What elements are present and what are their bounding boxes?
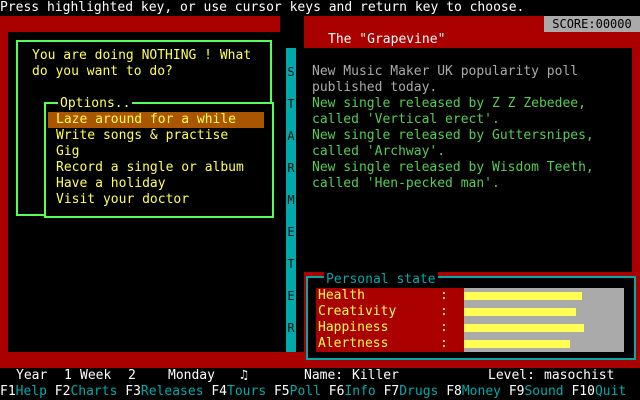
- music-note-icon: ♫: [240, 368, 248, 383]
- stat-fill: [464, 308, 576, 316]
- week-value: 2: [128, 368, 136, 383]
- fkey-tours[interactable]: F4Tours: [211, 384, 266, 399]
- options-title: Options..: [58, 96, 133, 112]
- stat-label-alertness: Alertness:: [318, 336, 464, 352]
- score-display: SCORE:00000: [544, 16, 640, 32]
- news-line: New single released by Wisdom Teeth,: [312, 160, 594, 175]
- instruction-line: Press highlighted key, or use cursor key…: [0, 0, 640, 16]
- stat-fill: [464, 292, 583, 300]
- stat-fill: [464, 340, 570, 348]
- starmeter-letter: S: [287, 65, 295, 79]
- option-doctor[interactable]: Visit your doctor: [48, 192, 264, 208]
- name-value: Killer: [352, 368, 399, 383]
- dialog-prompt: You are doing NOTHING ! What do you want…: [32, 48, 252, 79]
- stat-bar-health: [464, 288, 624, 304]
- starmeter-letter: T: [287, 97, 295, 111]
- stat-label-health: Health:: [318, 288, 464, 304]
- year-label: Year: [16, 368, 48, 383]
- stat-label-happiness: Happiness:: [318, 320, 464, 336]
- starmeter-letter: E: [287, 225, 295, 239]
- personal-state-title: Personal state: [324, 272, 438, 288]
- year-value: 1: [64, 368, 72, 383]
- function-key-bar: F1Help F2Charts F3Releases F4Tours F5Pol…: [0, 384, 640, 400]
- stat-label-creativity: Creativity:: [318, 304, 464, 320]
- grapevine-title: The "Grapevine": [328, 32, 446, 47]
- starmeter: S T A R M E T E R: [286, 48, 296, 352]
- starmeter-letter: R: [287, 161, 295, 175]
- level-label: Level:: [488, 368, 535, 383]
- name-label: Name:: [304, 368, 344, 383]
- starmeter-letter: M: [287, 193, 295, 207]
- fkey-info[interactable]: F6Info: [329, 384, 376, 399]
- news-line: New single released by Z Z Zebedee,: [312, 96, 586, 111]
- news-line: New Music Maker UK popularity poll: [312, 64, 579, 79]
- fkey-drugs[interactable]: F7Drugs: [384, 384, 439, 399]
- fkey-releases[interactable]: F3Releases: [125, 384, 203, 399]
- news-line: called 'Hen-pecked man'.: [312, 176, 500, 191]
- starmeter-letter: A: [287, 129, 295, 143]
- day-value: Monday: [168, 368, 215, 383]
- fkey-money[interactable]: F8Money: [446, 384, 501, 399]
- news-line: called 'Vertical erect'.: [312, 112, 500, 127]
- stat-bar-creativity: [464, 304, 624, 320]
- fkey-sound[interactable]: F9Sound: [509, 384, 564, 399]
- news-line: published today.: [312, 80, 438, 95]
- starmeter-letter: R: [287, 321, 295, 335]
- news-line: New single released by Guttersnipes,: [312, 128, 594, 143]
- week-label: Week: [80, 368, 112, 383]
- stat-bar-happiness: [464, 320, 624, 336]
- fkey-help[interactable]: F1Help: [0, 384, 47, 399]
- fkey-quit[interactable]: F10Quit: [571, 384, 626, 399]
- news-line: called 'Archway'.: [312, 144, 446, 159]
- fkey-poll[interactable]: F5Poll: [274, 384, 321, 399]
- fkey-charts[interactable]: F2Charts: [55, 384, 118, 399]
- option-holiday[interactable]: Have a holiday: [48, 176, 264, 192]
- level-value: masochist: [544, 368, 615, 383]
- option-laze[interactable]: Laze around for a while: [48, 112, 264, 128]
- option-gig[interactable]: Gig: [48, 144, 264, 160]
- option-record[interactable]: Record a single or album: [48, 160, 264, 176]
- starmeter-letter: T: [287, 257, 295, 271]
- stat-bar-alertness: [464, 336, 624, 352]
- stat-fill: [464, 324, 584, 332]
- starmeter-letter: E: [287, 289, 295, 303]
- option-write-songs[interactable]: Write songs & practise: [48, 128, 264, 144]
